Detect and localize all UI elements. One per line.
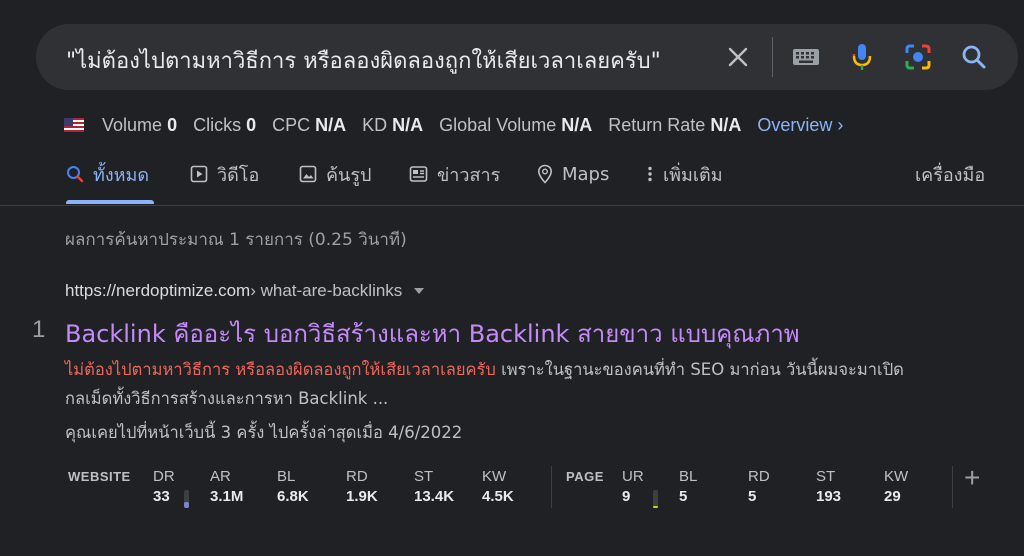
page-st: ST 193 [816,468,842,505]
tab-videos-label: วิดีโอ [217,164,260,186]
tab-all-label: ทั้งหมด [93,164,150,186]
page-kw: KW 29 [884,468,909,505]
result-domain: https://nerdoptimize.com [65,281,251,300]
website-kw: KW 4.5K [482,468,514,505]
website-bl: BL 6.8K [277,468,309,505]
page-bl: BL 5 [679,468,698,505]
tab-news-label: ข่าวสาร [437,164,501,186]
metric-clicks: Clicks 0 [193,114,257,135]
search-tabs: ทั้งหมด วิดีโอ ค้นรูป ข่าวสาร Maps เพิ่ม… [0,150,1024,206]
play-icon [190,165,208,183]
map-pin-icon [537,164,553,184]
tab-images-label: ค้นรูป [326,164,372,186]
result-rank: 1 [32,316,46,343]
search-icon[interactable] [958,41,990,73]
search-bar[interactable]: "ไม่ต้องไปตามหาวิธีการ หรือลองผิดลองถูกใ… [36,24,1018,90]
close-icon[interactable] [722,41,754,73]
metric-return-rate: Return Rate N/A [608,114,742,135]
visited-note: คุณเคยไปที่หน้าเว็บนี้ 3 ครั้ง ไปครั้งล่… [65,423,463,442]
seo-divider [551,466,552,508]
website-label: WEBSITE [68,469,131,484]
add-metrics-button[interactable]: + [964,462,980,494]
result-title-link[interactable]: Backlink คืออะไร บอกวิธีสร้างและหา Backl… [65,314,800,353]
ur-level-bar [653,490,658,508]
website-ar: AR 3.1M [210,468,244,505]
keyword-metrics: Volume 0 Clicks 0 CPC N/A KD N/A Global … [64,113,843,137]
result-snippet: ไม่ต้องไปตามหาวิธีการ หรือลองผิดลองถูกให… [65,355,945,413]
microphone-icon[interactable] [846,41,878,73]
active-tab-indicator [66,200,154,204]
tab-all[interactable]: ทั้งหมด [66,160,149,188]
tab-more[interactable]: เพิ่มเติม [646,160,723,188]
result-url[interactable]: https://nerdoptimize.com › what-are-back… [65,281,425,301]
image-icon [299,165,317,183]
page-label: PAGE [566,469,604,484]
page-ur: UR 9 [622,468,644,505]
camera-lens-icon[interactable] [902,41,934,73]
website-rd: RD 1.9K [346,468,378,505]
tools-label: เครื่องมือ [915,164,986,186]
search-divider [772,37,773,77]
us-flag-icon [64,118,84,132]
result-path: › what-are-backlinks [250,281,403,300]
metric-kd: KD N/A [362,114,424,135]
overview-link[interactable]: Overview › [757,115,843,136]
chevron-down-icon[interactable] [414,288,425,294]
tools-button[interactable]: เครื่องมือ [915,160,985,188]
tab-maps-label: Maps [562,163,610,185]
more-vert-icon [648,166,652,182]
website-st: ST 13.4K [414,468,455,505]
search-input[interactable]: "ไม่ต้องไปตามหาวิธีการ หรือลองผิดลองถูกใ… [66,43,661,78]
seo-divider-2 [952,466,953,508]
page-rd: RD 5 [748,468,770,505]
tab-maps[interactable]: Maps [537,160,609,188]
tab-videos[interactable]: วิดีโอ [190,160,259,188]
seo-metrics-bar: WEBSITE DR 33 AR 3.1M BL 6.8K RD 1.9K ST 13.4… [0,462,1024,512]
tab-more-label: เพิ่มเติม [663,164,723,186]
tab-images[interactable]: ค้นรูป [299,160,371,188]
keyboard-icon[interactable] [790,41,822,73]
news-icon [409,166,428,182]
search-icon [67,166,84,183]
tab-news[interactable]: ข่าวสาร [409,160,500,188]
metric-cpc: CPC N/A [272,114,347,135]
metric-volume: Volume 0 [102,114,178,135]
result-stats: ผลการค้นหาประมาณ 1 รายการ (0.25 วินาที) [65,230,407,250]
website-dr: DR 33 [153,468,175,505]
dr-level-bar [184,490,189,508]
snippet-highlight: ไม่ต้องไปตามหาวิธีการ หรือลองผิดลองถูกให… [65,360,496,379]
metric-global-volume: Global Volume N/A [439,114,593,135]
